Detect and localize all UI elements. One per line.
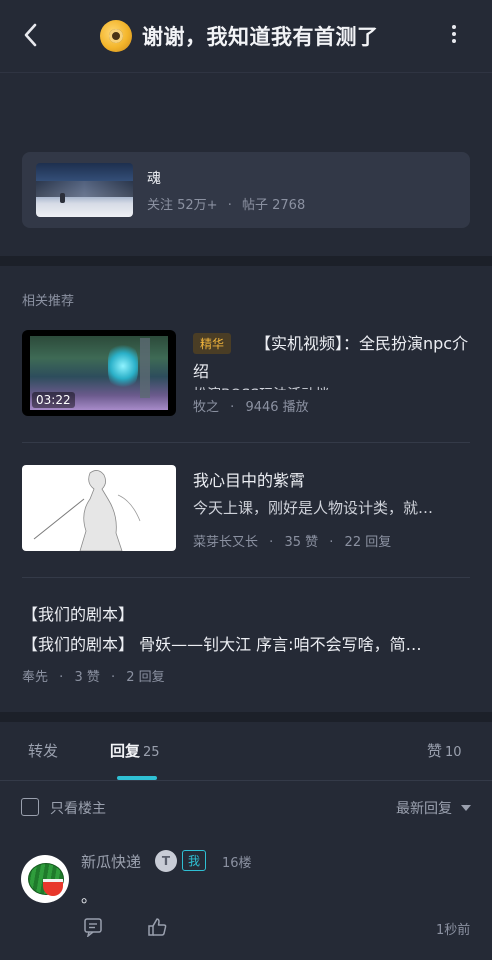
list-divider [22, 442, 470, 443]
thumbs-up-icon[interactable] [147, 917, 167, 937]
forum-stats: 关注 52万+ · 帖子 2768 [147, 194, 305, 213]
post-title: 谢谢，我知道我有首测了 [142, 25, 379, 49]
comment-time: 1秒前 [436, 923, 471, 938]
rec-item-likes: 35 赞 [284, 535, 319, 550]
caret-down-icon[interactable] [461, 805, 471, 811]
list-divider [22, 577, 470, 578]
video-duration: 03:22 [32, 392, 75, 408]
rec-item-title[interactable]: 我心目中的紫霄 [193, 467, 305, 491]
rec-item-replies: 2 回复 [126, 670, 165, 685]
forum-name: 魂 [147, 171, 161, 187]
only-op-label[interactable]: 只看楼主 [50, 798, 106, 818]
tab-reply[interactable]: 回复 25 [110, 740, 160, 761]
related-label: 相关推荐 [22, 294, 75, 309]
rec-item-likes: 3 赞 [74, 670, 100, 685]
rec-item-author: 奉先 [22, 670, 49, 685]
floor-number: 16楼 [222, 856, 252, 871]
rec-item-clipped-text: 扮演BOSS玩法活动档、… [193, 384, 463, 390]
tab-like-count: 10 [445, 745, 462, 760]
rec-item-title[interactable]: 【实机视频】：全民扮演npc介绍 [193, 330, 471, 386]
rec-item-meta: 牧之 · 9446 播放 [193, 400, 309, 415]
rec-item-meta: 奉先 · 3 赞 · 2 回复 [22, 670, 165, 685]
comment-text: 。 [81, 887, 98, 906]
forum-card[interactable]: 魂 关注 52万+ · 帖子 2768 [22, 152, 470, 228]
stats-separator: · [227, 198, 232, 213]
featured-badge: 精华 [193, 333, 232, 354]
forum-followers: 关注 52万+ [147, 198, 218, 213]
rec-item-title[interactable]: 【我们的剧本】 [22, 601, 134, 625]
tab-reply-count: 25 [143, 745, 160, 760]
chevron-left-icon[interactable] [18, 20, 46, 50]
level-badge: T [155, 850, 177, 872]
illustration-thumbnail[interactable] [22, 465, 176, 551]
tab-reply-label: 回复 [110, 742, 141, 760]
forum-emblem-icon [100, 20, 132, 52]
rec-item-subtitle: 今天上课，刚好是人物设计类，就… [193, 499, 434, 517]
rec-item-subtitle: 【我们的剧本】 骨妖——钊大江 序言:咱不会写啥，简… [22, 635, 422, 654]
tab-forward[interactable]: 转发 [28, 740, 58, 761]
section-divider [0, 712, 492, 722]
rec-item-meta: 菜芽长又长 · 35 赞 · 22 回复 [193, 535, 392, 550]
tabs-divider [0, 780, 492, 781]
sort-dropdown[interactable]: 最新回复 [396, 798, 452, 818]
comment-reply-icon[interactable] [83, 917, 103, 938]
section-divider [0, 256, 492, 266]
more-vertical-icon[interactable] [444, 22, 464, 50]
comment-author[interactable]: 新瓜快递 [81, 851, 141, 872]
tab-like-label: 赞 [427, 742, 443, 760]
rec-item-author: 牧之 [193, 400, 220, 415]
rec-item-plays: 9446 播放 [245, 400, 309, 415]
post-title-wrap: 谢谢，我知道我有首测了 [100, 16, 379, 56]
rec-item-author: 菜芽长又长 [193, 535, 259, 550]
only-op-checkbox[interactable] [21, 798, 39, 816]
tab-like[interactable]: 赞 10 [427, 740, 462, 761]
me-badge: 我 [182, 850, 207, 871]
forum-thumbnail [36, 163, 133, 217]
forum-posts: 帖子 2768 [242, 198, 306, 213]
rec-item-replies: 22 回复 [344, 535, 392, 550]
avatar[interactable] [21, 855, 69, 903]
